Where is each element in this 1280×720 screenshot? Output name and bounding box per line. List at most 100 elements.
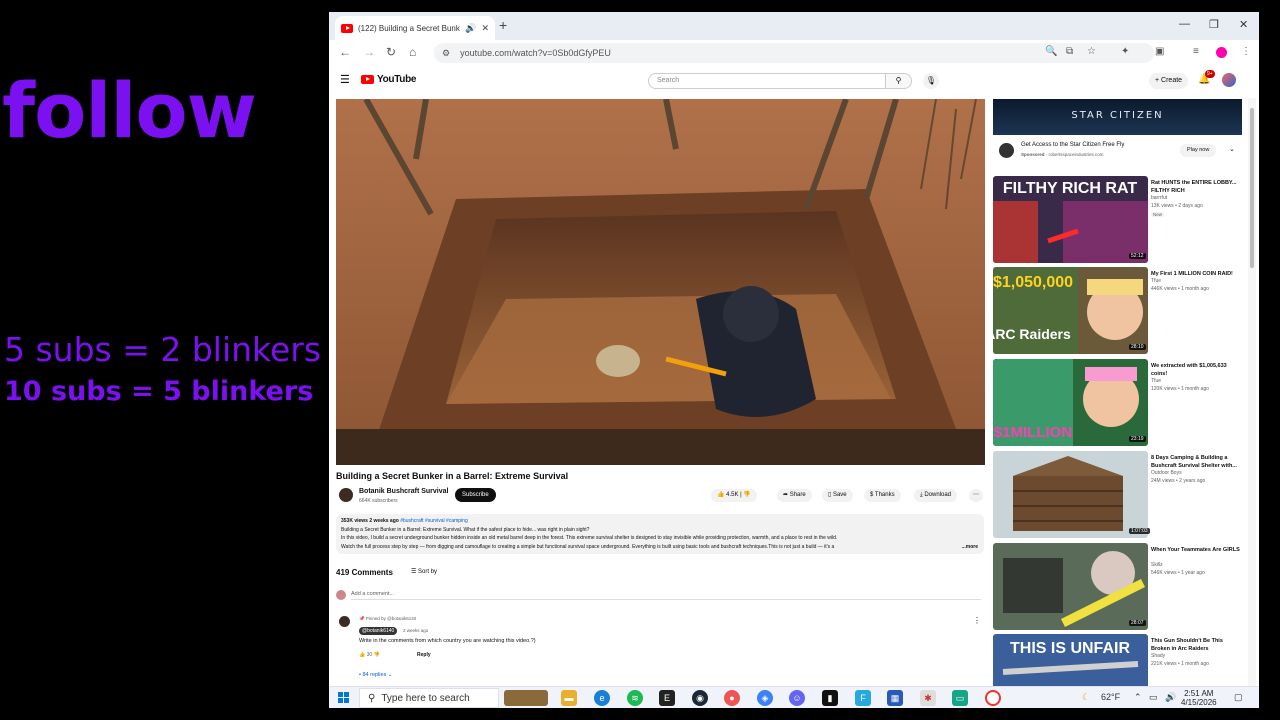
video-player[interactable] — [336, 99, 985, 465]
new-tab-button[interactable]: + — [499, 17, 507, 33]
network-icon[interactable]: ▭ — [1149, 692, 1158, 703]
back-icon[interactable]: ← — [339, 45, 351, 59]
youtube-logo[interactable]: YouTube — [361, 74, 417, 85]
recommendation-channel[interactable]: Skillz — [1151, 562, 1163, 568]
taskbar-widget-image[interactable] — [504, 690, 548, 706]
zoom-icon[interactable]: 🔍 — [1045, 46, 1057, 57]
ad-title[interactable]: Get Access to the Star Citizen Free Fly — [1021, 142, 1124, 148]
recommendation-title[interactable]: 8 Days Camping & Building a Bushcraft Su… — [1151, 454, 1243, 470]
sort-by-button[interactable]: ☰ Sort by — [411, 568, 437, 575]
extensions-icon[interactable]: ✦ — [1121, 46, 1129, 57]
home-icon[interactable]: ⌂ — [409, 45, 416, 59]
view-replies-button[interactable]: • 84 replies ⌄ — [359, 672, 392, 678]
more-actions-icon[interactable]: ⋯ — [969, 489, 983, 502]
description-box[interactable]: 353K views 2 weeks ago #bushcraft #survi… — [336, 514, 984, 554]
share-button[interactable]: ➦ Share — [777, 489, 812, 502]
scrollbar-thumb[interactable] — [1250, 108, 1254, 268]
recommendation-thumbnail[interactable]: $1MILLION — [993, 359, 1148, 446]
show-more-link[interactable]: ...more — [961, 542, 978, 551]
browser-menu-icon[interactable]: ⋮ — [1241, 46, 1251, 57]
thanks-button[interactable]: $ Thanks — [864, 489, 901, 502]
recommendation-thumbnail[interactable]: FILTHY RICH RAT — [993, 176, 1148, 263]
create-button[interactable]: + Create — [1149, 73, 1189, 89]
add-comment-input[interactable]: Add a comment... — [351, 591, 981, 600]
bookmark-star-icon[interactable]: ☆ — [1087, 46, 1096, 57]
search-button[interactable]: ⚲ — [886, 73, 912, 89]
install-app-icon[interactable]: ⧉ — [1066, 46, 1073, 57]
calculator-icon[interactable]: ▦ — [887, 690, 903, 706]
recommendation-channel[interactable]: barrrfut — [1151, 195, 1167, 201]
app-icon-cyan[interactable]: F — [855, 690, 871, 706]
search-input[interactable]: Search — [648, 73, 886, 89]
recommendation-title[interactable]: Rat HUNTS the ENTIRE LOBBY... FILTHY RIC… — [1151, 179, 1243, 195]
windows-start-icon[interactable] — [338, 692, 349, 703]
download-button[interactable]: ⤓ Download — [914, 489, 958, 502]
hashtags[interactable]: #bushcraft #survival #camping — [400, 518, 468, 524]
tray-chevron-icon[interactable]: ⌃ — [1134, 692, 1142, 703]
taskbar-search-input[interactable]: ⚲ Type here to search — [359, 688, 499, 708]
obs-icon[interactable]: ▮ — [822, 690, 838, 706]
media-icon[interactable]: ≡ — [1193, 46, 1199, 57]
recommendation-title[interactable]: My First 1 MILLION COIN RAID! — [1151, 270, 1243, 278]
subscribe-button[interactable]: Subscribe — [455, 488, 496, 502]
edge-icon[interactable]: e — [594, 690, 610, 706]
account-avatar[interactable] — [1222, 73, 1236, 87]
ad-banner[interactable]: STAR CITIZEN — [993, 99, 1242, 135]
restore-icon[interactable]: ❐ — [1209, 18, 1219, 31]
recommendation-title[interactable]: This Gun Shouldn't Be This Broken in Arc… — [1151, 637, 1243, 653]
weather-icon[interactable]: ☾ — [1082, 692, 1090, 703]
recommendation-thumbnail[interactable]: $1,050,000 ARC Raiders — [993, 267, 1148, 354]
channel-avatar[interactable] — [339, 488, 353, 502]
recommendation-channel[interactable]: Tfue — [1151, 278, 1161, 284]
recommendation-item[interactable]: $1MILLION 23:19 We extracted with $1,005… — [993, 359, 1243, 447]
recommendation-item[interactable]: 28:07 When Your Teammates Are GIRLS Skil… — [993, 543, 1243, 631]
play-now-button[interactable]: Play now — [1180, 144, 1217, 157]
recommendation-item[interactable]: 1:07:03 8 Days Camping & Building a Bush… — [993, 451, 1243, 539]
weather-temperature[interactable]: 62°F — [1101, 692, 1120, 702]
epic-games-icon[interactable]: E — [659, 690, 675, 706]
advertiser-icon[interactable] — [999, 143, 1014, 158]
channel-name[interactable]: Botanik Bushcraft Survival — [359, 488, 448, 495]
reload-icon[interactable]: ↻ — [386, 45, 396, 59]
recommendation-item[interactable]: THIS IS UNFAIR This Gun Shouldn't Be Thi… — [993, 634, 1243, 686]
recommendation-thumbnail[interactable]: THIS IS UNFAIR — [993, 634, 1148, 686]
recommendation-channel[interactable]: Shady — [1151, 653, 1165, 659]
minimize-icon[interactable]: — — [1179, 18, 1190, 30]
window-close-icon[interactable]: ✕ — [1239, 18, 1248, 31]
app-icon-green[interactable]: ▭ — [952, 690, 968, 706]
forward-icon[interactable]: → — [363, 45, 375, 59]
profile-avatar[interactable] — [1216, 47, 1227, 58]
app-icon-grey[interactable]: ✱ — [920, 690, 936, 706]
voice-search-icon[interactable]: 🎙 — [923, 73, 939, 89]
sidebar-icon[interactable]: ▣ — [1155, 46, 1164, 57]
thumbs-down-icon[interactable]: 👎 — [743, 492, 750, 498]
save-button[interactable]: ▯ Save — [822, 489, 853, 502]
discord-icon[interactable]: ☺ — [789, 690, 805, 706]
hamburger-menu-icon[interactable]: ☰ — [340, 73, 350, 86]
comment-author[interactable]: @botanik6140 — [359, 627, 398, 635]
site-info-icon[interactable]: ⚙ — [442, 48, 450, 59]
recommendation-title[interactable]: When Your Teammates Are GIRLS — [1151, 546, 1243, 554]
recommendation-title[interactable]: We extracted with $1,005,633 coins! — [1151, 362, 1243, 378]
chrome-icon[interactable] — [985, 690, 1001, 706]
steam-icon[interactable]: ◉ — [692, 690, 708, 706]
spotify-icon[interactable]: ≋ — [627, 690, 643, 706]
like-button[interactable]: 👍 4.5K | 👎 — [711, 489, 757, 502]
comment-reply-button[interactable]: Reply — [417, 652, 431, 658]
recommendation-thumbnail[interactable] — [993, 543, 1148, 630]
comment-like-button[interactable]: 👍 30 👎 — [359, 652, 380, 658]
comment-author-avatar[interactable] — [339, 616, 350, 627]
notification-center-icon[interactable]: ▢ — [1234, 692, 1243, 703]
chevron-down-icon[interactable]: ⌄ — [1229, 145, 1235, 153]
recommendation-channel[interactable]: Tfue — [1151, 378, 1161, 384]
app-icon-red[interactable]: ● — [724, 690, 740, 706]
recommendation-channel[interactable]: Outdoor Boys — [1151, 470, 1182, 476]
recommendation-thumbnail[interactable] — [993, 451, 1148, 538]
thumbs-down-icon[interactable]: 👎 — [374, 652, 380, 658]
app-icon-blue[interactable]: ◈ — [757, 690, 773, 706]
tab-youtube-video[interactable]: (122) Building a Secret Bunk 🔊 ✕ — [335, 16, 495, 40]
speaker-icon[interactable]: 🔊 — [465, 23, 476, 34]
recommendation-item[interactable]: FILTHY RICH RAT 52:12 Rat HUNTS the ENTI… — [993, 176, 1243, 264]
recommendation-item[interactable]: $1,050,000 ARC Raiders 28:10 My First 1 … — [993, 267, 1243, 355]
volume-icon[interactable]: 🔊 — [1165, 692, 1176, 703]
